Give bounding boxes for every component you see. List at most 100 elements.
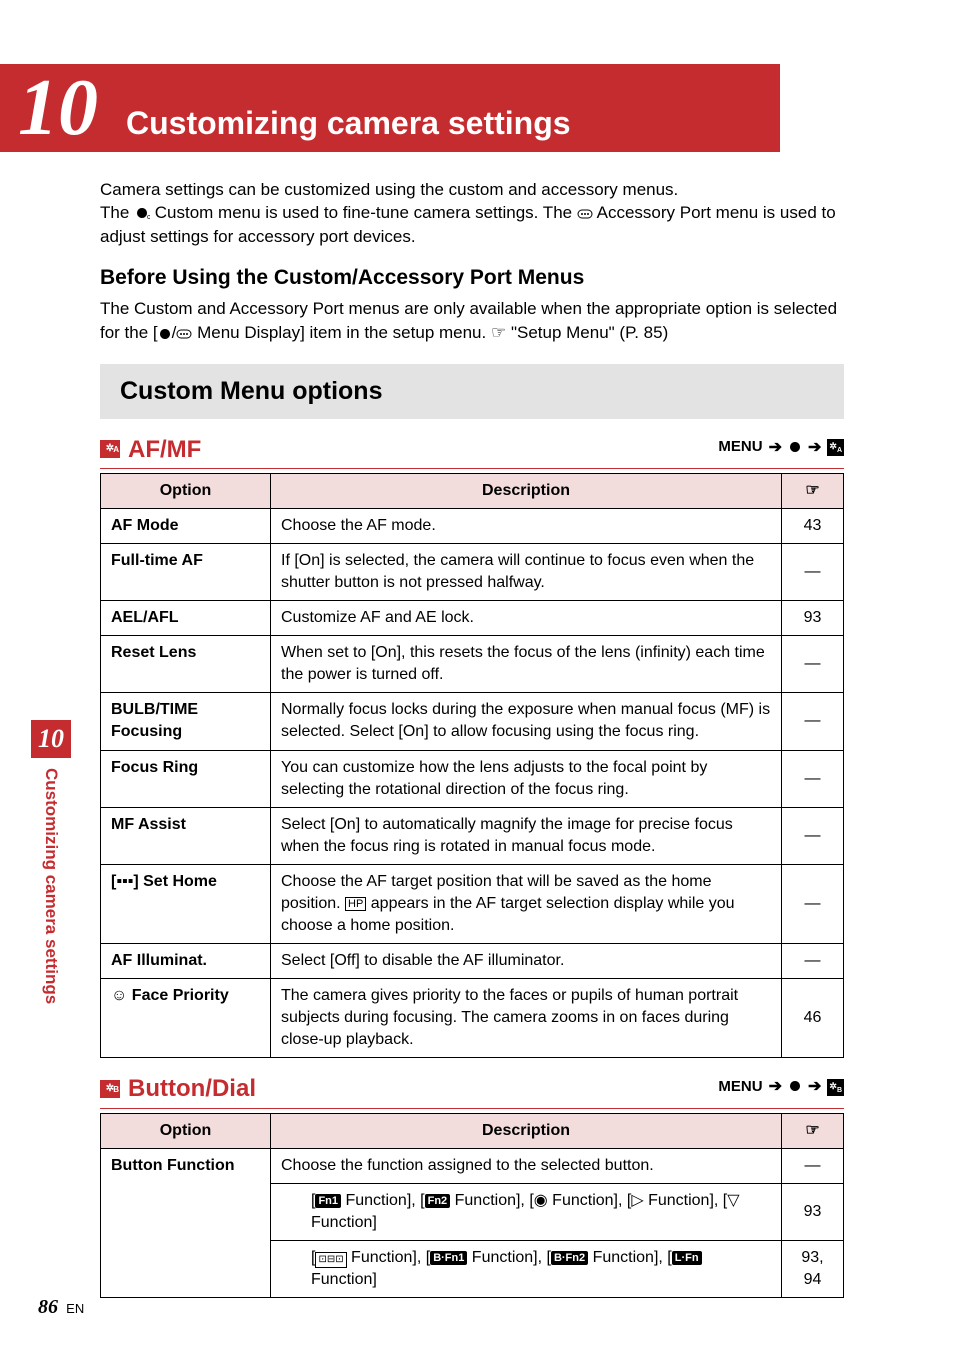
- desc-cell: When set to [On], this resets the focus …: [271, 636, 782, 693]
- col-option: Option: [101, 473, 271, 508]
- gear-icon: [788, 441, 802, 455]
- before-ref: "Setup Menu" (P. 85): [506, 323, 668, 342]
- fn2-icon: Fn2: [425, 1194, 451, 1208]
- table-row: [▪▪▪] Set Home Choose the AF target posi…: [101, 864, 844, 943]
- gear-icon: c: [134, 206, 150, 220]
- table-row: Reset LensWhen set to [On], this resets …: [101, 636, 844, 693]
- ref-cell: 46: [782, 979, 844, 1058]
- side-tab: 10 Customizing camera settings: [36, 720, 66, 1004]
- page-footer: 86 EN: [38, 1296, 84, 1319]
- ref-cell: 43: [782, 508, 844, 543]
- table-row: MF AssistSelect [On] to automatically ma…: [101, 807, 844, 864]
- desc-cell: Customize AF and AE lock.: [271, 601, 782, 636]
- col-ref: ☞: [782, 473, 844, 508]
- side-tab-number: 10: [31, 720, 71, 758]
- section-a-breadcrumb: MENU ➔ ➔ ✲A: [718, 437, 844, 459]
- t: Function]: [311, 1271, 377, 1288]
- t: Function], [: [450, 1192, 534, 1209]
- intro-line1: Camera settings can be customized using …: [100, 180, 678, 199]
- right-arrow-icon: ▷: [631, 1192, 643, 1209]
- table-row: AEL/AFLCustomize AF and AE lock.93: [101, 601, 844, 636]
- custom-menu-banner: Custom Menu options: [100, 364, 844, 419]
- col-description: Description: [271, 473, 782, 508]
- table-row: ☺ Face Priority The camera gives priorit…: [101, 979, 844, 1058]
- desc-cell: The camera gives priority to the faces o…: [271, 979, 782, 1058]
- desc-cell: Choose the AF target position that will …: [271, 864, 782, 943]
- desc-cell: If [On] is selected, the camera will con…: [271, 544, 782, 601]
- t: Function], [: [644, 1192, 728, 1209]
- section-a-header: ✲A AF/MF MENU ➔ ➔ ✲A: [100, 433, 844, 469]
- arrow-right-icon: ➔: [808, 1076, 821, 1098]
- t: Function]: [311, 1214, 377, 1231]
- col-description: Description: [271, 1113, 782, 1148]
- arrow-right-icon: ➔: [808, 437, 821, 459]
- accessory-port-icon: [176, 328, 192, 340]
- table-af-mf: Option Description ☞ AF ModeChoose the A…: [100, 473, 844, 1059]
- table-header-row: Option Description ☞: [101, 473, 844, 508]
- t: Function], [: [467, 1249, 551, 1266]
- ref-cell: —: [782, 544, 844, 601]
- opt-cell: Reset Lens: [101, 636, 271, 693]
- record-icon: ◉: [534, 1192, 548, 1209]
- desc-cell: Choose the AF mode.: [271, 508, 782, 543]
- grip-icon: ⊡⊟⊡: [315, 1252, 346, 1268]
- arrow-right-icon: ➔: [769, 1076, 782, 1098]
- lfn-icon: L·Fn: [672, 1251, 702, 1265]
- tab-a-icon: ✲A: [100, 440, 120, 458]
- desc-cell: Choose the function assigned to the sele…: [271, 1148, 782, 1183]
- table-row: BULB/TIME FocusingNormally focus locks d…: [101, 693, 844, 750]
- fn1-icon: Fn1: [315, 1194, 341, 1208]
- intro-line2-mid: Custom menu is used to fine-tune camera …: [155, 203, 577, 222]
- page-number: 86: [38, 1296, 58, 1318]
- table-header-row: Option Description ☞: [101, 1113, 844, 1148]
- table-row: Full-time AFIf [On] is selected, the cam…: [101, 544, 844, 601]
- bfn1-icon: B·Fn1: [430, 1251, 467, 1265]
- ref-cell: 93, 94: [782, 1240, 844, 1297]
- opt-cell: BULB/TIME Focusing: [101, 693, 271, 750]
- gear-icon: [158, 328, 172, 340]
- intro-paragraph: Camera settings can be customized using …: [100, 178, 844, 248]
- menu-label: MENU: [718, 1077, 762, 1098]
- opt-cell: Button Function: [101, 1148, 271, 1297]
- tab-b-icon: ✲B: [827, 1079, 844, 1096]
- opt-cell: MF Assist: [101, 807, 271, 864]
- chapter-number: 10: [18, 74, 98, 142]
- section-b-breadcrumb: MENU ➔ ➔ ✲B: [718, 1076, 844, 1098]
- before-body: The Custom and Accessory Port menus are …: [100, 297, 844, 344]
- menu-label: MENU: [718, 437, 762, 458]
- col-ref: ☞: [782, 1113, 844, 1148]
- section-b-header: ✲B Button/Dial MENU ➔ ➔ ✲B: [100, 1072, 844, 1108]
- desc-cell: Select [Off] to disable the AF illuminat…: [271, 944, 782, 979]
- face-icon: ☺: [111, 987, 127, 1004]
- opt-cell: AF Illuminat.: [101, 944, 271, 979]
- before-heading: Before Using the Custom/Accessory Port M…: [100, 264, 844, 293]
- ref-cell: —: [782, 693, 844, 750]
- desc-sub-cell: [⊡⊟⊡ Function], [B·Fn1 Function], [B·Fn2…: [271, 1240, 782, 1297]
- t: Function], [: [341, 1192, 425, 1209]
- pointer-icon: ☞: [491, 323, 506, 342]
- ref-cell: —: [782, 944, 844, 979]
- opt-cell: [▪▪▪] Set Home: [101, 864, 271, 943]
- page-lang: EN: [66, 1301, 84, 1316]
- ref-cell: —: [782, 636, 844, 693]
- desc-cell: Select [On] to automatically magnify the…: [271, 807, 782, 864]
- hp-icon: HP: [345, 897, 366, 911]
- intro-line2-pre: The: [100, 203, 134, 222]
- before-mid: Menu Display] item in the setup menu.: [192, 323, 491, 342]
- desc-cell: Normally focus locks during the exposure…: [271, 693, 782, 750]
- t: Function], [: [347, 1249, 431, 1266]
- gear-icon: [788, 1080, 802, 1094]
- opt-cell: Focus Ring: [101, 750, 271, 807]
- af-target-icon: [▪▪▪]: [111, 873, 139, 890]
- tab-b-icon: ✲B: [100, 1080, 120, 1098]
- ref-cell: —: [782, 1148, 844, 1183]
- ref-cell: —: [782, 864, 844, 943]
- ref-cell: 93: [782, 1183, 844, 1240]
- ref-cell: 93: [782, 601, 844, 636]
- arrow-right-icon: ➔: [769, 437, 782, 459]
- side-tab-text: Customizing camera settings: [41, 768, 61, 1004]
- chapter-banner: 10 Customizing camera settings: [0, 64, 780, 152]
- svg-text:c: c: [147, 214, 150, 220]
- opt-cell: AEL/AFL: [101, 601, 271, 636]
- t: Function], [: [548, 1192, 632, 1209]
